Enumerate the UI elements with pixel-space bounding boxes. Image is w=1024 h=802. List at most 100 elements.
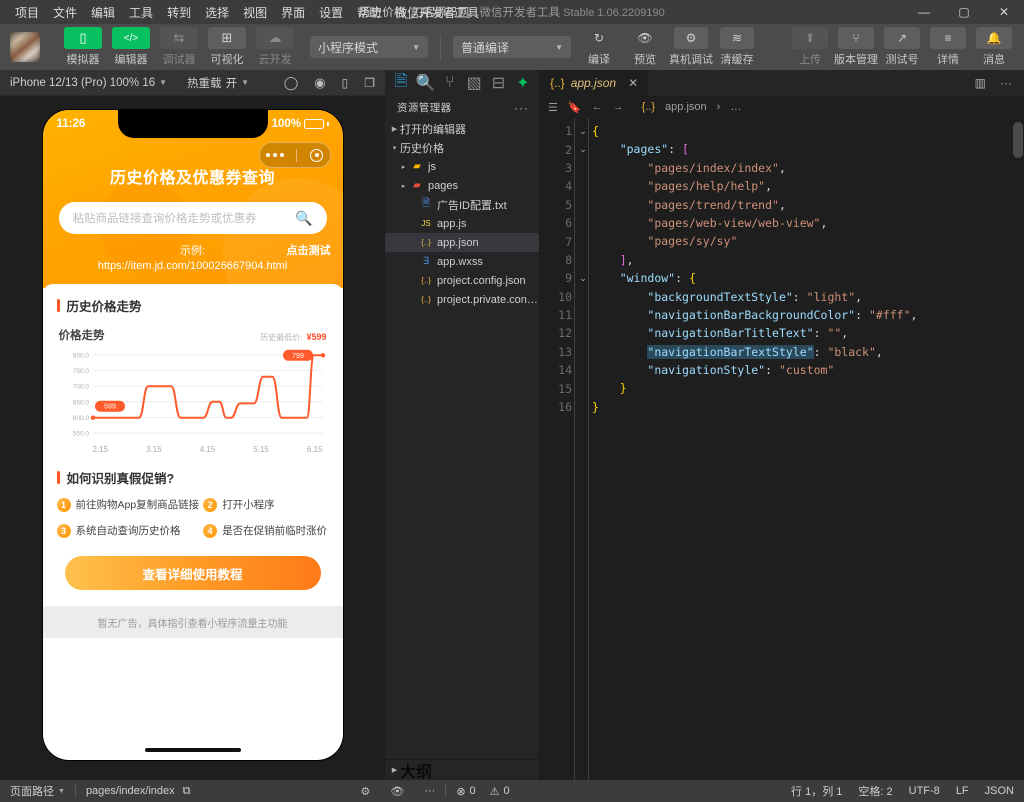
code-line[interactable]: "backgroundTextStyle": "light", <box>592 288 1024 306</box>
toolbar-button-云开发[interactable]: ☁ 云开发 <box>254 27 296 67</box>
toolbar-button-可视化[interactable]: ⊞ 可视化 <box>206 27 248 67</box>
fold-chevron-icon[interactable]: ⌄ <box>578 273 588 284</box>
menu-item-3[interactable]: 工具 <box>122 2 160 23</box>
maximize-button[interactable]: ▢ <box>944 0 984 24</box>
code-line[interactable]: "pages/sy/sy" <box>592 232 1024 250</box>
file-tree-item-app.wxss[interactable]: ∃ app.wxss <box>385 252 539 271</box>
code-lines[interactable]: { "pages": [ "pages/index/index", "pages… <box>574 118 1024 780</box>
test-link-button[interactable]: 点击测试 <box>287 242 331 258</box>
tab-app-json[interactable]: {..} app.json ✕ <box>540 70 650 96</box>
product-search-box[interactable]: 粘贴商品链接查询价格走势或优惠券 🔍 <box>58 202 327 234</box>
toolbar-button-调试器[interactable]: ⇆ 调试器 <box>158 27 200 67</box>
menu-item-4[interactable]: 转到 <box>160 2 198 23</box>
window-icon[interactable]: ❐ <box>364 76 375 90</box>
file-tree-item-project.config.json[interactable]: {..} project.config.json <box>385 271 539 290</box>
explorer-section-0[interactable]: ▶ 打开的编辑器 <box>385 119 539 138</box>
file-tree-item-app.js[interactable]: JS app.js <box>385 214 539 233</box>
file-tree-item-project.private.config.js...[interactable]: {..} project.private.config.js... <box>385 290 539 309</box>
menu-item-7[interactable]: 界面 <box>274 2 312 23</box>
chevron-right-icon[interactable]: ▶ <box>389 125 400 133</box>
wechat-capsule-buttons[interactable] <box>258 142 331 168</box>
source-control-icon[interactable]: ⑂ <box>438 71 462 95</box>
fold-chevron-icon[interactable]: ⌄ <box>578 144 588 155</box>
code-line[interactable]: "navigationBarBackgroundColor": "#fff", <box>592 306 1024 324</box>
bug-icon[interactable]: ⚙ <box>360 785 370 798</box>
menu-item-8[interactable]: 设置 <box>312 2 350 23</box>
menu-item-2[interactable]: 编辑 <box>84 2 122 23</box>
chevron-right-icon[interactable]: ▸ <box>398 182 409 190</box>
hot-reload-toggle[interactable]: 热重载 开 ▼ <box>187 75 249 91</box>
code-line[interactable]: } <box>592 379 1024 397</box>
search-icon[interactable]: 🔍 <box>295 210 312 227</box>
debug-icon[interactable]: ⊟ <box>486 71 510 95</box>
toolbar-button-详情[interactable]: ≡ 详情 <box>928 27 968 67</box>
device-selector[interactable]: iPhone 12/13 (Pro) 100% 16 ▼ <box>10 77 167 89</box>
language-mode[interactable]: JSON <box>985 785 1014 797</box>
action-button-清缓存[interactable]: ≋ 清缓存 <box>717 27 757 67</box>
extensions-icon[interactable]: ▧ <box>462 71 486 95</box>
code-area[interactable]: 1 ⌄ 2 ⌄ 3 4 5 6 7 8 9 ⌄ 10 11 12 13 14 15 16 { "pages": [ … <box>540 118 1024 780</box>
back-arrow-icon[interactable]: ← <box>592 101 603 113</box>
eye-icon[interactable]: 👁 <box>390 785 404 798</box>
compile-select[interactable]: 普通编译 ▼ <box>453 36 571 58</box>
code-line[interactable]: "navigationBarTextStyle": "black", <box>592 343 1024 361</box>
toolbar-button-版本管理[interactable]: ⑂ 版本管理 <box>834 27 878 67</box>
toolbar-button-上传[interactable]: ⬆ 上传 <box>790 27 830 67</box>
more-icon[interactable]: ··· <box>424 785 435 797</box>
action-button-真机调试[interactable]: ⚙ 真机调试 <box>669 27 713 67</box>
more-dots-icon[interactable] <box>265 153 284 157</box>
bookmark-icon[interactable]: 🔖 <box>568 101 582 114</box>
wechat-icon[interactable]: ✦ <box>511 71 535 95</box>
outline-row[interactable]: ▶ 大纲 <box>385 760 539 781</box>
files-icon[interactable]: 🗎 <box>389 71 413 95</box>
breadcrumb-file[interactable]: app.json <box>665 101 707 113</box>
list-icon[interactable]: ☰ <box>548 101 558 114</box>
rotate-icon[interactable]: ▯ <box>342 76 349 90</box>
search-input[interactable]: 粘贴商品链接查询价格走势或优惠券 <box>73 210 296 226</box>
close-icon[interactable]: ✕ <box>628 76 638 90</box>
mode-select[interactable]: 小程序模式 ▼ <box>310 36 428 58</box>
code-line[interactable]: "pages/index/index", <box>592 159 1024 177</box>
indentation[interactable]: 空格: 2 <box>858 783 892 799</box>
file-tree-item-pages[interactable]: ▸ ▰ pages <box>385 176 539 195</box>
code-line[interactable]: "pages/help/help", <box>592 177 1024 195</box>
menu-item-9[interactable]: 帮助 <box>350 2 388 23</box>
more-icon[interactable]: ··· <box>1000 76 1012 90</box>
code-line[interactable]: ], <box>592 251 1024 269</box>
code-line[interactable]: "pages/trend/trend", <box>592 196 1024 214</box>
file-tree-item-js[interactable]: ▸ ▰ js <box>385 157 539 176</box>
cursor-position[interactable]: 行 1，列 1 <box>791 783 842 799</box>
minimize-button[interactable]: — <box>904 0 944 24</box>
tutorial-button[interactable]: 查看详细使用教程 <box>64 556 321 590</box>
copy-icon[interactable]: ⧉ <box>183 785 191 798</box>
menu-item-1[interactable]: 文件 <box>46 2 84 23</box>
record-icon[interactable]: ◉ <box>314 75 325 91</box>
fold-chevron-icon[interactable]: ⌄ <box>578 126 588 137</box>
action-button-编译[interactable]: ↻ 编译 <box>579 27 619 67</box>
menu-item-10[interactable]: 微信开发者工具 <box>388 2 486 23</box>
menu-item-0[interactable]: 项目 <box>8 2 46 23</box>
chevron-down-icon[interactable]: ▾ <box>389 144 400 152</box>
chevron-right-icon[interactable]: ▸ <box>398 163 409 171</box>
split-editor-icon[interactable]: ▥ <box>975 76 986 90</box>
file-tree-item-广告ID配置.txt[interactable]: 🗎 广告ID配置.txt <box>385 195 539 214</box>
action-button-预览[interactable]: 👁 预览 <box>625 27 665 67</box>
code-line[interactable]: "window": { <box>592 269 1024 287</box>
forward-arrow-icon[interactable]: → <box>613 101 624 113</box>
search-icon[interactable]: 🔍 <box>413 71 437 95</box>
code-line[interactable]: "pages": [ <box>592 140 1024 158</box>
problems-indicator[interactable]: ⊗ 0 ⚠ 0 <box>456 785 509 798</box>
chevron-right-icon[interactable]: ▶ <box>389 766 400 774</box>
more-icon[interactable]: ··· <box>514 101 529 115</box>
example-url[interactable]: https://item.jd.com/100026667904.html <box>55 260 331 272</box>
breadcrumb-tail[interactable]: … <box>730 101 741 113</box>
menu-item-6[interactable]: 视图 <box>236 2 274 23</box>
toolbar-button-测试号[interactable]: ↗ 测试号 <box>882 27 922 67</box>
code-line[interactable]: } <box>592 398 1024 416</box>
toolbar-button-编辑器[interactable]: </> 编辑器 <box>110 27 152 67</box>
close-target-icon[interactable] <box>310 148 324 162</box>
close-button[interactable]: ✕ <box>984 0 1024 24</box>
editor-scrollbar[interactable] <box>1013 122 1023 158</box>
user-avatar[interactable] <box>10 32 40 62</box>
file-tree-item-app.json[interactable]: {..} app.json <box>385 233 539 252</box>
